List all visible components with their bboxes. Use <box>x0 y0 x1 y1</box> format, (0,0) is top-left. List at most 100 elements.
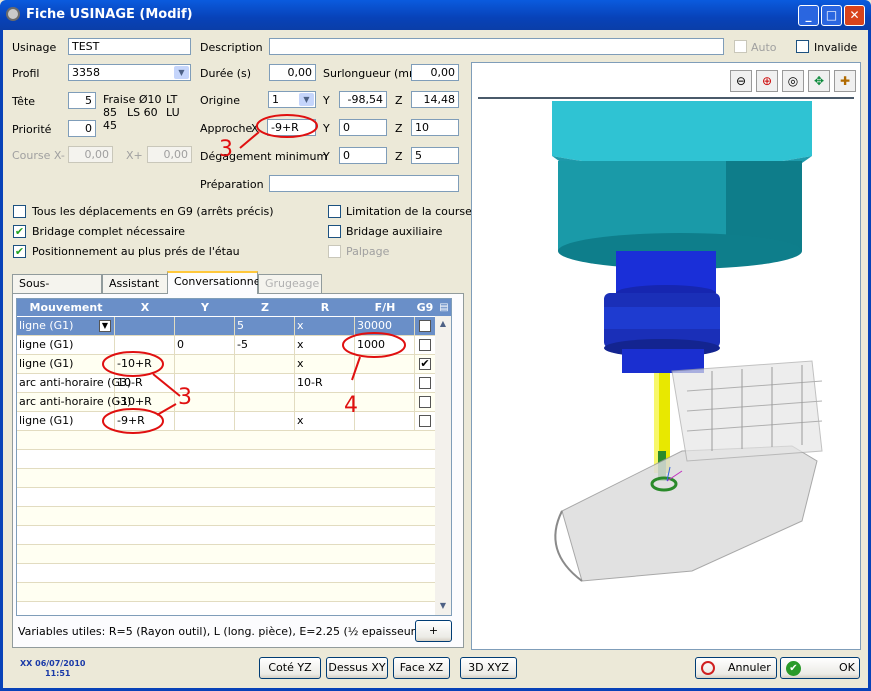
cell-g9-checkbox[interactable] <box>419 339 431 351</box>
table-row-empty[interactable] <box>17 583 435 602</box>
checkbox-limitation[interactable] <box>328 205 341 218</box>
origine-z-input[interactable]: 14,48 <box>411 91 459 108</box>
viewport-3d[interactable]: ⊖ ⊕ ◎ ✥ ✚ <box>471 62 861 650</box>
approche-z-label: Z <box>395 122 403 135</box>
description-label: Description <box>200 41 263 54</box>
checkbox-bridage-complet-label: Bridage complet nécessaire <box>32 225 186 238</box>
table-row-empty[interactable] <box>17 526 435 545</box>
col-mouvement[interactable]: Mouvement <box>17 299 115 316</box>
tool-desc-1b: LT <box>166 93 178 106</box>
course-xplus-input[interactable]: 0,00 <box>147 146 192 163</box>
degagement-y-label: Y <box>323 150 330 163</box>
checkbox-positionnement-label: Positionnement au plus prés de l'étau <box>32 245 240 258</box>
course-xmin-input[interactable]: 0,00 <box>68 146 113 163</box>
pan-icon[interactable]: ✚ <box>834 70 856 92</box>
checkbox-g9[interactable] <box>13 205 26 218</box>
tete-label: Tête <box>12 95 36 108</box>
duree-input[interactable]: 0,00 <box>269 64 316 81</box>
degagement-z-input[interactable]: 5 <box>411 147 459 164</box>
window-title: Fiche USINAGE (Modif) <box>26 7 193 22</box>
tool-desc-1: Fraise Ø10 <box>103 93 162 106</box>
description-input[interactable] <box>269 38 724 55</box>
zoom-fit-icon[interactable]: ◎ <box>782 70 804 92</box>
col-x[interactable]: X <box>115 299 175 316</box>
surlongueur-input[interactable]: 0,00 <box>411 64 459 81</box>
machine-3d-render <box>552 101 823 582</box>
checkbox-bridage-complet[interactable]: ✔ <box>13 225 26 238</box>
grid-scrollbar[interactable]: ▲ ▼ <box>435 316 451 615</box>
checkbox-limitation-label: Limitation de la course X <box>346 205 483 218</box>
col-y[interactable]: Y <box>175 299 235 316</box>
auto-checkbox[interactable] <box>734 40 747 53</box>
zoom-in-icon[interactable]: ⊕ <box>756 70 778 92</box>
scroll-down-icon[interactable]: ▼ <box>436 599 450 613</box>
col-r[interactable]: R <box>295 299 355 316</box>
minimize-button[interactable]: _ <box>798 5 819 26</box>
checkbox-positionnement[interactable]: ✔ <box>13 245 26 258</box>
cell-g9-checkbox[interactable] <box>419 320 431 332</box>
col-fh[interactable]: F/H <box>355 299 415 316</box>
cancel-button[interactable]: Annuler <box>695 657 777 679</box>
table-row-empty[interactable] <box>17 507 435 526</box>
chevron-down-icon[interactable]: ▼ <box>299 93 314 106</box>
add-row-button[interactable]: + <box>415 620 452 642</box>
duree-label: Durée (s) <box>200 67 252 80</box>
maximize-button[interactable]: □ <box>821 5 842 26</box>
view-3d-button[interactable]: 3D XYZ <box>460 657 517 679</box>
tab-grugeage[interactable]: Grugeage <box>258 274 322 293</box>
cell-g9-checkbox[interactable] <box>419 415 431 427</box>
grid-header: Mouvement X Y Z R F/H G9 ▤ <box>17 299 451 316</box>
tete-input[interactable]: 5 <box>68 92 96 109</box>
app-gear-icon <box>6 7 20 21</box>
cancel-icon <box>701 661 715 675</box>
rotate-icon[interactable]: ✥ <box>808 70 830 92</box>
approche-z-input[interactable]: 10 <box>411 119 459 136</box>
table-row-empty[interactable] <box>17 488 435 507</box>
checkbox-bridage-aux[interactable] <box>328 225 341 238</box>
cancel-label: Annuler <box>728 661 771 674</box>
grid-menu-icon[interactable]: ▤ <box>437 299 451 316</box>
auto-label: Auto <box>751 41 777 54</box>
view-xy-button[interactable]: Dessus XY <box>326 657 388 679</box>
close-button[interactable]: ✕ <box>844 5 865 26</box>
checkbox-bridage-aux-label: Bridage auxiliaire <box>346 225 443 238</box>
preparation-input[interactable] <box>269 175 459 192</box>
checkbox-palpage[interactable] <box>328 245 341 258</box>
col-g9[interactable]: G9 <box>415 299 435 316</box>
annotation-number-approche: 3 <box>219 137 233 162</box>
priorite-label: Priorité <box>12 123 52 136</box>
approche-y-input[interactable]: 0 <box>339 119 387 136</box>
invalide-label: Invalide <box>814 41 858 54</box>
variables-info: Variables utiles: R=5 (Rayon outil), L (… <box>18 625 451 638</box>
cell-g9-checkbox[interactable]: ✔ <box>419 358 431 370</box>
usinage-input[interactable]: TEST <box>68 38 191 55</box>
profil-select[interactable]: 3358 ▼ <box>68 64 191 81</box>
table-row-empty[interactable] <box>17 450 435 469</box>
zoom-out-icon[interactable]: ⊖ <box>730 70 752 92</box>
tab-conversationnel[interactable]: Conversationnel <box>167 271 264 294</box>
view-yz-button[interactable]: Coté YZ <box>259 657 321 679</box>
tab-sous-programme[interactable]: Sous-programme <box>12 274 102 308</box>
cell-g9-checkbox[interactable] <box>419 377 431 389</box>
annotation-number-grid: 3 <box>178 385 192 410</box>
view-xz-button[interactable]: Face XZ <box>393 657 450 679</box>
tab-assistant[interactable]: Assistant <box>102 274 168 293</box>
origine-y-input[interactable]: -98,54 <box>339 91 387 108</box>
scroll-up-icon[interactable]: ▲ <box>436 317 450 331</box>
table-row-empty[interactable] <box>17 545 435 564</box>
degagement-y-input[interactable]: 0 <box>339 147 387 164</box>
annotation-number-fh: 4 <box>344 393 358 418</box>
origine-select[interactable]: 1 ▼ <box>268 91 316 108</box>
table-row-empty[interactable] <box>17 469 435 488</box>
cell-g9-checkbox[interactable] <box>419 396 431 408</box>
checkbox-palpage-label: Palpage <box>346 245 390 258</box>
col-z[interactable]: Z <box>235 299 295 316</box>
invalide-checkbox[interactable] <box>796 40 809 53</box>
table-row-empty[interactable] <box>17 564 435 583</box>
approche-y-label: Y <box>323 122 330 135</box>
priorite-input[interactable]: 0 <box>68 120 96 137</box>
checkbox-g9-label: Tous les déplacements en G9 (arrêts préc… <box>32 205 274 218</box>
ok-button[interactable]: ✔ OK <box>780 657 860 679</box>
usinage-label: Usinage <box>12 41 57 54</box>
chevron-down-icon[interactable]: ▼ <box>174 66 189 79</box>
